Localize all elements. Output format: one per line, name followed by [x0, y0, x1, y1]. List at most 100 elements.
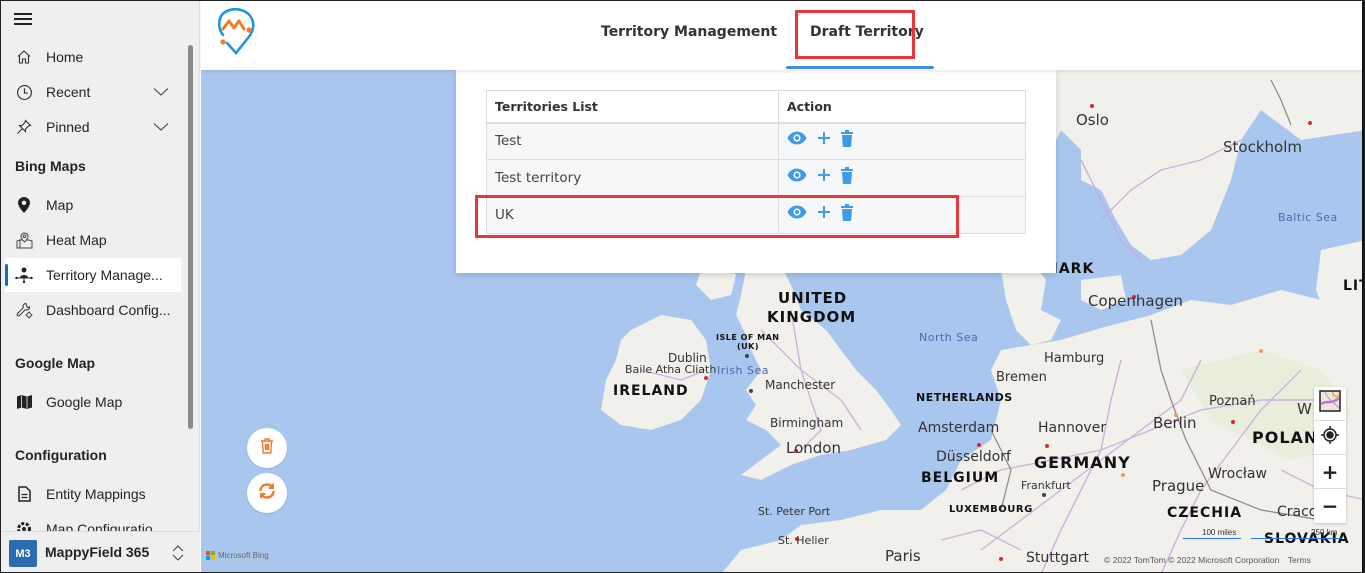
- view-icon[interactable]: [787, 168, 807, 182]
- delete-icon[interactable]: [841, 203, 853, 221]
- app-badge: M3: [9, 540, 37, 567]
- app-switcher[interactable]: M3 MappyField 365: [1, 531, 200, 572]
- zoom-out-button[interactable]: −: [1314, 489, 1346, 523]
- map-label-poland: POLAN: [1252, 428, 1319, 447]
- map-label-germany: GERMANY: [1034, 453, 1131, 472]
- add-icon[interactable]: [817, 131, 831, 145]
- sidebar-scrollbar[interactable]: [188, 45, 193, 429]
- map-label-dusseldorf: Düsseldorf: [936, 449, 1011, 465]
- sidebar-nav: Home Recent Pinned Bing Maps Map Heat Ma…: [1, 39, 200, 531]
- terms-link[interactable]: Terms: [1288, 555, 1311, 565]
- action-cell: [778, 122, 1026, 160]
- hamburger-menu-icon[interactable]: [14, 13, 32, 25]
- map-label-berlin: Berlin: [1153, 414, 1197, 432]
- delete-icon[interactable]: [841, 129, 853, 147]
- chevron-down-icon[interactable]: [153, 85, 169, 101]
- table-row: Test territory: [486, 159, 1026, 197]
- view-icon[interactable]: [787, 131, 807, 145]
- zoom-in-button[interactable]: +: [1314, 455, 1346, 489]
- provider-label: Microsoft Bing: [218, 551, 269, 560]
- clear-territory-button[interactable]: [247, 428, 287, 468]
- sidebar-item-google-map[interactable]: Google Map: [5, 385, 181, 419]
- territory-name: Test territory: [486, 159, 779, 197]
- scale-miles: 100 miles: [1183, 528, 1241, 539]
- map-label-kingdom: KINGDOM: [767, 308, 857, 326]
- sidebar-item-map-configuration[interactable]: Map Configuratio: [5, 512, 181, 531]
- map-label-stockholm: Stockholm: [1223, 138, 1302, 156]
- sidebar-item-label: Dashboard Config...: [46, 302, 171, 318]
- wrench-gear-icon: [15, 301, 33, 319]
- home-icon: [15, 48, 33, 66]
- map-style-button[interactable]: [1314, 387, 1346, 421]
- map-label-luxembourg: LUXEMBOURG: [949, 504, 1033, 515]
- folded-map-icon: [15, 393, 33, 411]
- scale-miles-label: 100 miles: [1202, 528, 1237, 537]
- sidebar-item-label: Heat Map: [46, 232, 107, 248]
- map-label-warsaw: W: [1297, 400, 1312, 418]
- map-label-belgium: BELGIUM: [921, 470, 1000, 486]
- sidebar-item-dashboard-config[interactable]: Dashboard Config...: [5, 293, 181, 327]
- sidebar: Home Recent Pinned Bing Maps Map Heat Ma…: [1, 1, 200, 572]
- sidebar-item-map[interactable]: Map: [5, 188, 181, 222]
- active-tab-indicator: [786, 66, 934, 69]
- map-label-paris: Paris: [885, 547, 921, 565]
- locate-me-button[interactable]: [1314, 421, 1346, 455]
- map-label-bremen: Bremen: [996, 370, 1047, 385]
- map-label-prague: Prague: [1152, 477, 1205, 495]
- sidebar-item-heat-map[interactable]: Heat Map: [5, 223, 181, 257]
- table-header-row: Territories List Action: [486, 90, 1026, 124]
- map-label-manchester: Manchester: [765, 378, 836, 392]
- sidebar-item-home[interactable]: Home: [5, 40, 181, 74]
- territory-name: UK: [486, 196, 779, 234]
- action-cell: [778, 159, 1026, 197]
- scale-km-bar: [1251, 538, 1341, 539]
- map-label-frankfurt: Frankfurt: [1021, 479, 1071, 492]
- column-header-action: Action: [778, 90, 1026, 124]
- map-label-baltic-sea: Baltic Sea: [1278, 211, 1338, 224]
- territory-name: Test: [486, 122, 779, 160]
- add-icon[interactable]: [817, 168, 831, 182]
- microsoft-logo-icon: [206, 551, 215, 560]
- sidebar-item-entity-mappings[interactable]: Entity Mappings: [5, 477, 181, 511]
- map-label-hamburg: Hamburg: [1044, 351, 1105, 366]
- map-label-poznan: Poznań: [1209, 394, 1256, 409]
- scale-km: 250 km: [1251, 528, 1341, 539]
- trash-icon: [260, 438, 274, 458]
- sidebar-item-label: Home: [46, 49, 84, 65]
- heat-map-icon: [15, 231, 33, 249]
- clock-icon: [15, 83, 33, 101]
- column-header-territories-list: Territories List: [486, 90, 779, 124]
- view-icon[interactable]: [787, 205, 807, 219]
- scale-km-label: 250 km: [1311, 528, 1338, 537]
- road-map-icon: [1319, 390, 1341, 417]
- app-window: Home Recent Pinned Bing Maps Map Heat Ma…: [0, 0, 1365, 573]
- refresh-button[interactable]: [247, 473, 287, 513]
- tab-territory-management[interactable]: Territory Management: [601, 24, 777, 40]
- section-heading-google-map: Google Map: [15, 355, 96, 371]
- sidebar-item-label: Google Map: [46, 394, 123, 410]
- sidebar-item-territory-management[interactable]: Territory Manage...: [5, 258, 181, 292]
- pin-icon: [15, 118, 33, 136]
- sidebar-item-label: Territory Manage...: [46, 267, 163, 283]
- map-label-ireland: IRELAND: [613, 383, 689, 399]
- add-icon[interactable]: [817, 205, 831, 219]
- sidebar-item-recent[interactable]: Recent: [5, 75, 181, 109]
- tab-draft-territory[interactable]: Draft Territory: [810, 24, 924, 40]
- microsoft-bing-logo: Microsoft Bing: [206, 551, 269, 560]
- copyright-text: © 2022 TomTom © 2022 Microsoft Corporati…: [1104, 555, 1280, 565]
- refresh-icon: [258, 483, 276, 503]
- sidebar-item-label: Recent: [46, 84, 91, 100]
- mappyfield-logo: [215, 7, 257, 59]
- chevron-down-icon[interactable]: [153, 120, 169, 136]
- delete-icon[interactable]: [841, 166, 853, 184]
- sidebar-item-label: Entity Mappings: [46, 486, 146, 502]
- chevron-up-down-icon[interactable]: [171, 544, 185, 566]
- action-cell: [778, 196, 1026, 234]
- map-label-isle-of-man: ISLE OF MAN: [716, 333, 780, 342]
- table-row: Test: [486, 122, 1026, 160]
- map-label-netherlands: NETHERLANDS: [916, 391, 1013, 404]
- sidebar-item-pinned[interactable]: Pinned: [5, 110, 181, 144]
- map-label-london: London: [786, 439, 841, 457]
- map-label-hannover: Hannover: [1038, 420, 1107, 436]
- map-label-st-helier: St. Helier: [778, 534, 829, 547]
